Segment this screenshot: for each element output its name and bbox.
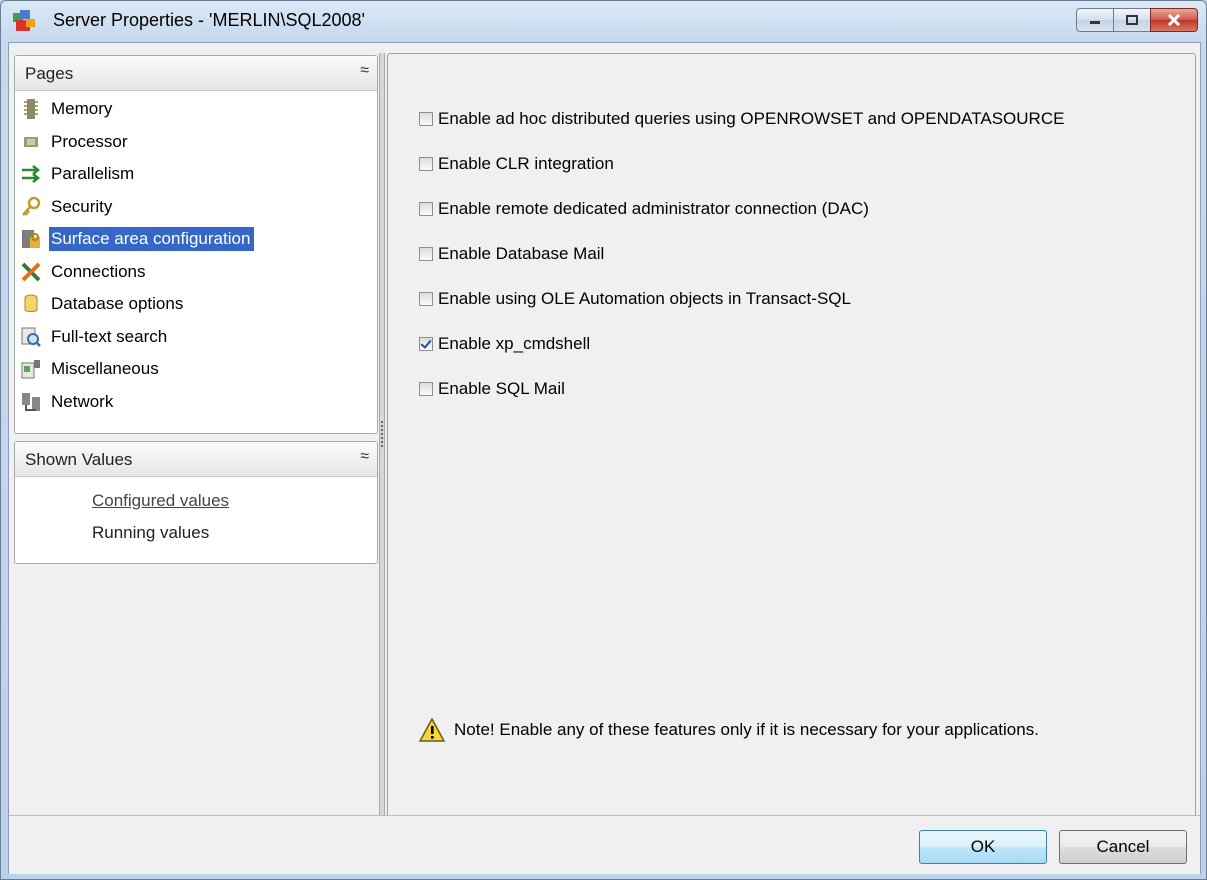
page-item-memory[interactable]: Memory — [15, 94, 377, 127]
chevron-up-icon[interactable]: ≈ — [360, 62, 369, 80]
minimize-button[interactable] — [1076, 8, 1114, 32]
database-icon — [24, 294, 38, 312]
maximize-icon — [1126, 15, 1138, 25]
pane-splitter[interactable] — [379, 53, 385, 823]
chevron-up-icon[interactable]: ≈ — [360, 448, 369, 466]
minimize-icon — [1090, 21, 1100, 24]
title-bar: Server Properties - 'MERLIN\SQL2008' — [1, 1, 1206, 41]
shown-values-panel-title: Shown Values — [25, 450, 133, 469]
cancel-button[interactable]: Cancel — [1059, 830, 1187, 864]
miscellaneous-icon — [21, 360, 40, 379]
page-item-database-options[interactable]: Database options — [15, 289, 377, 322]
splitter-grip[interactable] — [381, 421, 383, 449]
option-database-mail[interactable]: Enable Database Mail — [419, 244, 604, 264]
app-icon — [13, 10, 35, 31]
button-bar: OK Cancel — [9, 815, 1200, 874]
option-sql-mail[interactable]: Enable SQL Mail — [419, 379, 565, 399]
option-label: Enable SQL Mail — [438, 379, 565, 398]
option-label: Enable remote dedicated administrator co… — [438, 199, 869, 218]
option-label: Enable ad hoc distributed queries using … — [438, 109, 1065, 128]
key-icon — [22, 196, 41, 216]
option-remote-dac[interactable]: Enable remote dedicated administrator co… — [419, 199, 869, 219]
warning-note: Note! Enable any of these features only … — [419, 718, 1039, 742]
page-item-parallelism[interactable]: Parallelism — [15, 159, 377, 192]
warning-icon — [419, 718, 445, 742]
checkbox-checked[interactable] — [419, 337, 433, 351]
page-item-connections[interactable]: Connections — [15, 257, 377, 290]
running-values-link[interactable]: Running values — [15, 517, 377, 549]
option-label: Enable Database Mail — [438, 244, 605, 263]
checkbox[interactable] — [419, 157, 433, 171]
option-clr-integration[interactable]: Enable CLR integration — [419, 154, 614, 174]
checkbox[interactable] — [419, 382, 433, 396]
option-label: Enable xp_cmdshell — [438, 334, 591, 353]
processor-icon — [24, 136, 38, 147]
close-icon — [1167, 14, 1181, 26]
page-item-surface-area-configuration[interactable]: Surface area configuration — [15, 224, 377, 257]
memory-icon — [24, 99, 38, 119]
close-button[interactable] — [1150, 8, 1198, 32]
page-item-security[interactable]: Security — [15, 192, 377, 225]
page-item-miscellaneous[interactable]: Miscellaneous — [15, 354, 377, 387]
pages-panel-title: Pages — [25, 64, 74, 83]
pages-panel: Pages ≈ Memory Processor Parallelism Sec… — [14, 55, 378, 434]
page-item-network[interactable]: Network — [15, 387, 377, 420]
option-label: Enable using OLE Automation objects in T… — [438, 289, 851, 308]
checkbox[interactable] — [419, 202, 433, 216]
option-xp-cmdshell[interactable]: Enable xp_cmdshell — [419, 334, 590, 354]
connections-icon — [21, 262, 41, 281]
left-pane: Pages ≈ Memory Processor Parallelism Sec… — [9, 43, 381, 803]
checkbox[interactable] — [419, 247, 433, 261]
pages-list: Memory Processor Parallelism Security Su… — [15, 91, 377, 419]
surface-area-icon — [22, 230, 40, 248]
options-pane: Enable ad hoc distributed queries using … — [387, 53, 1196, 818]
window-title: Server Properties - 'MERLIN\SQL2008' — [53, 10, 365, 30]
note-text: Note! Enable any of these features only … — [454, 720, 1039, 739]
ok-button[interactable]: OK — [919, 830, 1047, 864]
configured-values-link[interactable]: Configured values — [15, 485, 377, 517]
option-label: Enable CLR integration — [438, 154, 614, 173]
page-item-full-text-search[interactable]: Full-text search — [15, 322, 377, 355]
maximize-button[interactable] — [1113, 8, 1151, 32]
shown-values-panel-header[interactable]: Shown Values ≈ — [15, 442, 377, 477]
checkbox[interactable] — [419, 112, 433, 126]
checkbox[interactable] — [419, 292, 433, 306]
full-text-search-icon — [21, 327, 41, 347]
pages-panel-header[interactable]: Pages ≈ — [15, 56, 377, 91]
option-ole-automation[interactable]: Enable using OLE Automation objects in T… — [419, 289, 851, 309]
shown-values-panel: Shown Values ≈ Configured values Running… — [14, 441, 378, 564]
dialog-content: Pages ≈ Memory Processor Parallelism Sec… — [8, 42, 1201, 874]
server-properties-window: Server Properties - 'MERLIN\SQL2008' Pag… — [0, 0, 1207, 880]
network-icon — [22, 392, 40, 411]
page-item-processor[interactable]: Processor — [15, 127, 377, 160]
parallelism-icon — [22, 165, 41, 183]
option-ad-hoc-distributed-queries[interactable]: Enable ad hoc distributed queries using … — [419, 109, 1064, 129]
